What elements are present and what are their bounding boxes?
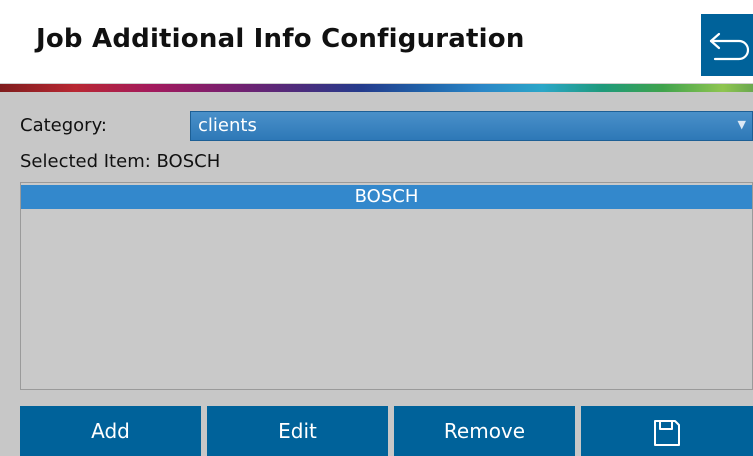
category-label: Category: [20,115,107,136]
header-bar: Job Additional Info Configuration [0,0,753,84]
remove-button[interactable]: Remove [394,406,575,456]
category-select[interactable]: clients ▼ [190,111,753,141]
chevron-down-icon: ▼ [737,118,746,131]
add-button[interactable]: Add [20,406,201,456]
save-icon [654,419,680,446]
save-button[interactable] [581,406,753,456]
undo-arrow-icon [709,32,750,61]
selected-item-label: Selected Item: BOSCH [20,151,221,172]
back-button[interactable] [701,14,753,76]
edit-button[interactable]: Edit [207,406,388,456]
list-item[interactable]: BOSCH [21,185,752,209]
footer-toolbar: Add Edit Remove [0,396,753,456]
brand-color-strip [0,84,753,92]
page-title: Job Additional Info Configuration [36,24,525,54]
category-select-value: clients [198,115,257,136]
items-list[interactable]: BOSCH [20,182,753,390]
